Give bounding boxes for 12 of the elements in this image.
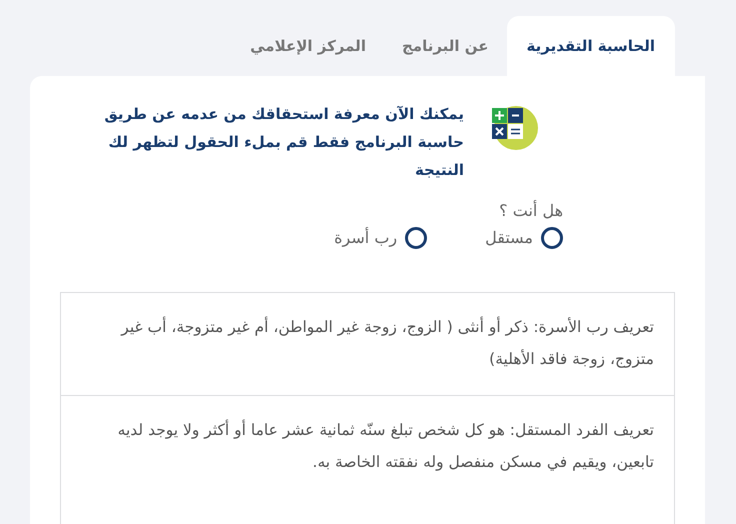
radio-button[interactable]	[541, 227, 563, 249]
intro-text: يمكنك الآن معرفة استحقاقك من عدمه عن طريق حاسبة البرنامج فقط قم بملء الحقول لتظهر لك النتيجة	[103, 104, 464, 181]
tab[interactable]: المركز الإعلامي	[232, 16, 384, 76]
definition-text: تعريف الفرد المستقل: هو كل شخص تبلغ سنّه ثمانية عشر عاما أو أكثر ولا يوجد لديه تابعين، ويقيم في مسكن منفصل وله نفقته الخاصة به.	[116, 418, 654, 473]
radio-label: رب أسرة	[334, 226, 398, 249]
definition-text: تعريف رب الأسرة: ذكر أو أنثى ( الزوج، زوجة غير المواطن، أم غير متزوجة، أب غير متزوج، زوجة فاقد الأهلية)	[120, 316, 654, 370]
tab[interactable]: عن البرنامج	[384, 16, 507, 76]
question-label: هل أنت ؟	[498, 199, 563, 222]
tab[interactable]: الحاسبة التقديرية	[506, 16, 675, 76]
radio-button[interactable]	[405, 227, 428, 249]
radio-label: مستقل	[485, 227, 533, 249]
calculator-icon	[490, 104, 538, 152]
